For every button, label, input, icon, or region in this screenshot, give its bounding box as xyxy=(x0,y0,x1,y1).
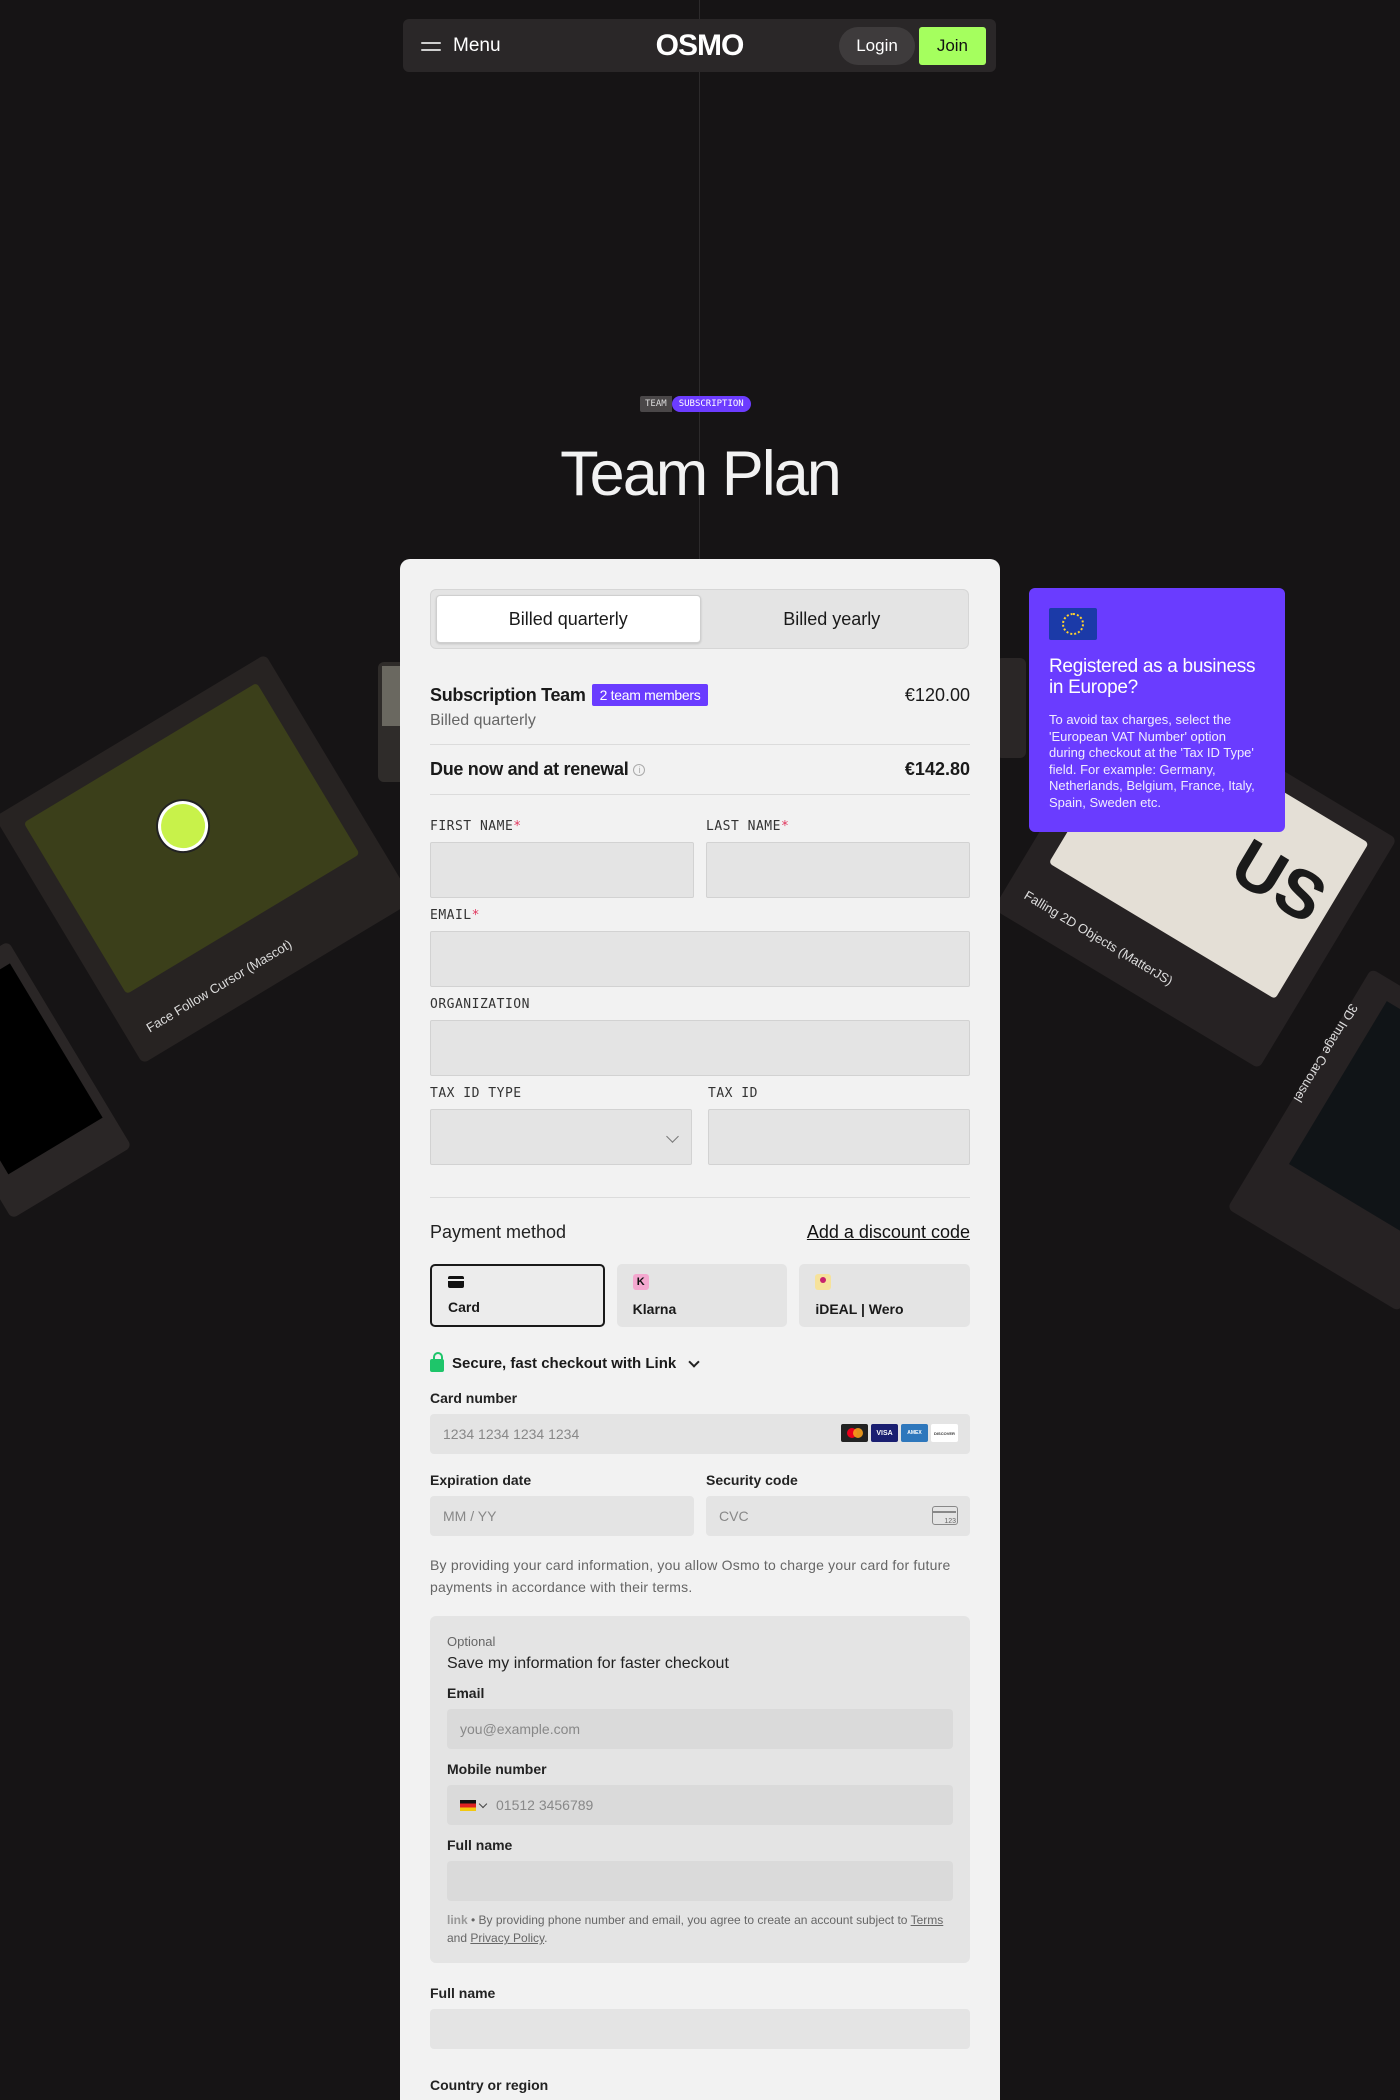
billing-period: Billed quarterly xyxy=(430,712,536,729)
tax-id-type-select[interactable] xyxy=(430,1109,692,1165)
mobile-input[interactable]: 01512 3456789 xyxy=(447,1785,953,1825)
payment-method-title: Payment method xyxy=(430,1222,567,1242)
chevron-down-icon xyxy=(478,1799,488,1808)
chevron-down-icon xyxy=(666,1130,679,1143)
members-badge: 2 team members xyxy=(591,684,709,706)
billing-yearly-option[interactable]: Billed yearly xyxy=(701,595,964,643)
falling-word: US xyxy=(1218,824,1340,939)
tax-id-type-label: TAX ID TYPE xyxy=(430,1086,522,1101)
billing-fullname-input[interactable] xyxy=(430,2009,970,2049)
link-fullname-input[interactable] xyxy=(447,1861,953,1901)
hamburger-icon xyxy=(421,40,441,52)
organization-input[interactable] xyxy=(430,1020,970,1076)
billing-quarterly-option[interactable]: Billed quarterly xyxy=(436,595,701,643)
mascot-icon xyxy=(148,791,218,861)
lock-icon xyxy=(430,1352,444,1372)
link-logo: link xyxy=(447,1913,468,1927)
subscription-name: Subscription Team xyxy=(430,684,586,705)
mastercard-icon xyxy=(841,1424,868,1442)
join-button[interactable]: Join xyxy=(918,26,986,65)
subscription-price: €120.00 xyxy=(904,684,970,705)
save-info-title: Save my information for faster checkout xyxy=(447,1655,729,1672)
chevron-down-icon xyxy=(688,1355,700,1368)
checkout-card: Billed quarterly Billed yearly Subscript… xyxy=(400,559,1000,2100)
link-save-info-box: Optional Save my information for faster … xyxy=(430,1616,970,1963)
visa-icon: VISA xyxy=(871,1424,898,1442)
page-title: Team Plan xyxy=(560,439,842,509)
tax-id-input[interactable] xyxy=(708,1109,970,1165)
info-icon[interactable]: i xyxy=(633,763,646,776)
due-label: Due now and at renewal i xyxy=(430,759,646,780)
badge-subscription: SUBSCRIPTION xyxy=(671,396,751,412)
bg-card-face-follow: Face Follow Cursor (Mascot) xyxy=(0,654,414,1064)
amex-icon: AMEX xyxy=(901,1424,928,1442)
osmo-logo[interactable]: OSMO xyxy=(656,29,745,63)
privacy-policy-link[interactable]: Privacy Policy xyxy=(470,1931,544,1945)
link-email-label: Email xyxy=(447,1685,485,1701)
payment-tab-ideal[interactable]: iDEAL | Wero xyxy=(799,1264,971,1327)
card-number-label: Card number xyxy=(430,1390,518,1406)
badge-team: TEAM xyxy=(640,396,672,412)
link-fullname-label: Full name xyxy=(447,1837,513,1853)
divider xyxy=(430,744,970,745)
due-price: €142.80 xyxy=(904,759,970,779)
optional-label: Optional xyxy=(447,1634,496,1649)
billing-toggle: Billed quarterly Billed yearly xyxy=(430,589,969,649)
link-checkout-toggle[interactable]: Secure, fast checkout with Link xyxy=(430,1352,970,1372)
country-label: Country or region xyxy=(430,2077,549,2093)
billing-fullname-label: Full name xyxy=(430,1985,496,2001)
last-name-input[interactable] xyxy=(706,842,970,898)
payment-tabs: Card K Klarna iDEAL | Wero xyxy=(430,1264,971,1327)
expiry-label: Expiration date xyxy=(430,1472,532,1488)
plan-badges: TEAM SUBSCRIPTION xyxy=(640,396,751,412)
payment-tab-card[interactable]: Card xyxy=(430,1264,605,1327)
card-consent-text: By providing your card information, you … xyxy=(430,1557,951,1595)
last-name-label: LAST NAME* xyxy=(706,819,790,834)
card-brands: VISA AMEX DISCOVER xyxy=(841,1424,958,1442)
cvc-card-icon xyxy=(932,1506,958,1525)
link-terms-text: link • By providing phone number and ema… xyxy=(447,1913,944,1945)
cvc-label: Security code xyxy=(706,1472,798,1488)
menu-button[interactable]: Menu xyxy=(421,35,501,57)
payment-tab-klarna[interactable]: K Klarna xyxy=(616,1264,788,1327)
first-name-input[interactable] xyxy=(430,842,694,898)
divider xyxy=(430,794,970,795)
eu-card-body: To avoid tax charges, select the 'Europe… xyxy=(1049,712,1255,810)
expiry-input[interactable]: MM / YY xyxy=(430,1496,694,1536)
mobile-label: Mobile number xyxy=(447,1761,547,1777)
cvc-input[interactable]: CVC xyxy=(706,1496,970,1536)
subscription-title: Subscription Team 2 team members xyxy=(430,684,709,706)
email-label: EMAIL* xyxy=(430,908,480,923)
eu-business-card: Registered as a business in Europe? To a… xyxy=(1029,588,1285,832)
discover-icon: DISCOVER xyxy=(931,1424,958,1442)
klarna-icon: K xyxy=(632,1274,649,1290)
card-number-input[interactable]: 1234 1234 1234 1234 VISA AMEX DISCOVER xyxy=(430,1414,970,1454)
email-input[interactable] xyxy=(430,931,970,987)
top-nav: Menu OSMO Login Join xyxy=(403,19,996,72)
menu-label: Menu xyxy=(453,34,501,56)
germany-flag-icon[interactable] xyxy=(460,1799,476,1811)
bg-card-partial-right xyxy=(996,658,1026,758)
terms-link[interactable]: Terms xyxy=(911,1913,944,1927)
divider xyxy=(430,1197,970,1198)
tax-id-label: TAX ID xyxy=(708,1086,758,1101)
link-email-input[interactable]: you@example.com xyxy=(447,1709,953,1749)
eu-card-title: Registered as a business in Europe? xyxy=(1049,656,1256,698)
eu-flag-icon xyxy=(1049,608,1097,640)
first-name-label: FIRST NAME* xyxy=(430,819,522,834)
card-icon xyxy=(448,1276,464,1288)
organization-label: ORGANIZATION xyxy=(430,997,530,1012)
ideal-icon xyxy=(815,1274,832,1290)
login-button[interactable]: Login xyxy=(839,26,915,65)
discount-code-link[interactable]: Add a discount code xyxy=(807,1222,970,1243)
